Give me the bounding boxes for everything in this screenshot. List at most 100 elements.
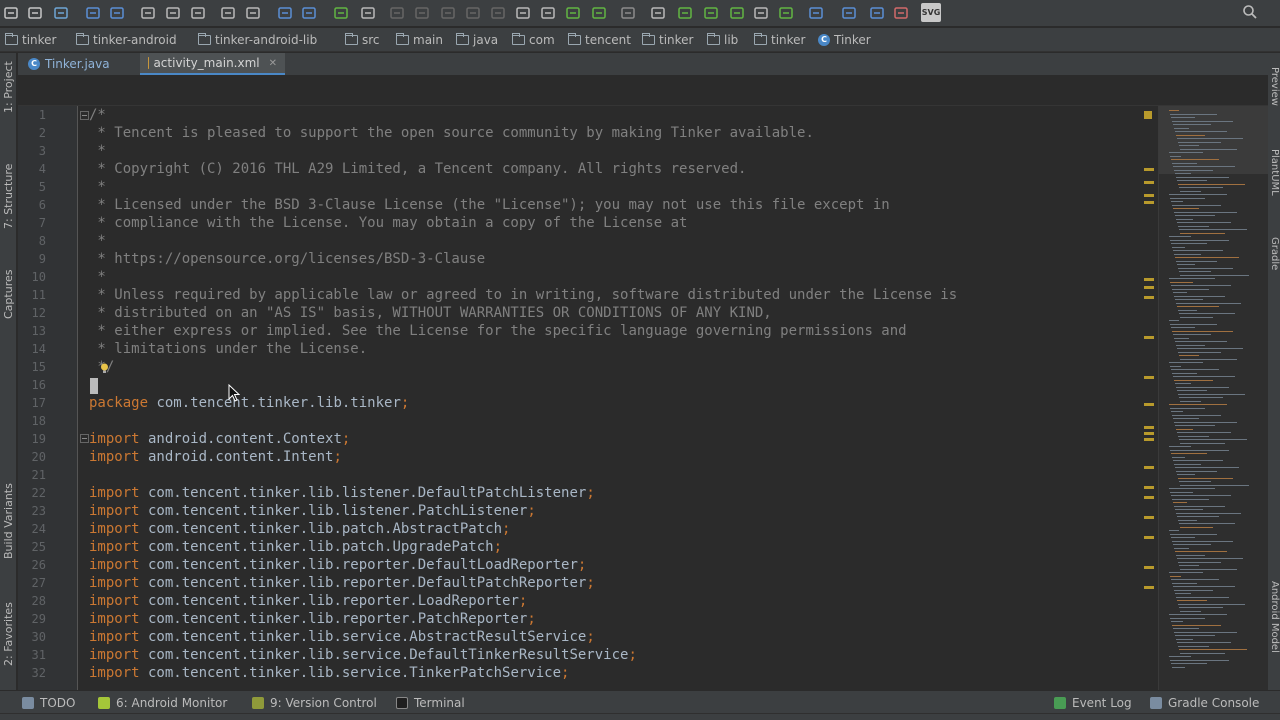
warning-marker[interactable] [1144,516,1154,519]
gradle-sync-icon[interactable] [515,5,531,21]
code-line[interactable]: 10 * [18,268,1138,286]
code-line[interactable]: 28 import com.tencent.tinker.lib.reporter… [18,592,1138,610]
tool-terminal[interactable]: Terminal [396,694,465,712]
undo-icon[interactable] [729,5,745,21]
tab-tinker-java[interactable]: C Tinker.java [20,53,134,75]
help-icon[interactable] [620,5,636,21]
warning-marker[interactable] [1144,426,1154,429]
warning-marker[interactable] [1144,486,1154,489]
redo-icon[interactable] [753,5,769,21]
avd-icon[interactable] [540,5,556,21]
code-line[interactable]: 18 [18,412,1138,430]
code-line[interactable]: 6 * Licensed under the BSD 3-Clause Lice… [18,196,1138,214]
code-line[interactable]: 11 * Unless required by applicable law o… [18,286,1138,304]
tool-preview[interactable]: Preview [1268,67,1280,127]
forward-icon[interactable] [301,5,317,21]
warning-marker[interactable] [1144,168,1154,171]
code-line[interactable]: 7 * compliance with the License. You may… [18,214,1138,232]
code-editor[interactable]: 1/* 2 * Tencent is pleased to support the… [18,76,1268,690]
fold-icon[interactable] [80,434,89,443]
close-icon[interactable]: ✕ [269,58,277,69]
code-line[interactable]: 26 import com.tencent.tinker.lib.reporter… [18,556,1138,574]
tool-favorites[interactable]: 2: Favorites [0,589,17,679]
code-line[interactable]: 1 /* [18,106,1138,124]
warning-marker[interactable] [1144,466,1154,469]
code-line[interactable]: 29 import com.tencent.tinker.lib.reporter… [18,610,1138,628]
sync-icon[interactable] [53,5,69,21]
code-line[interactable]: 8 * [18,232,1138,250]
run-config-icon[interactable] [360,5,376,21]
warning-marker[interactable] [1144,376,1154,379]
code-line[interactable]: 23 import com.tencent.tinker.lib.listener… [18,502,1138,520]
code-line[interactable]: 16 [18,376,1138,394]
sync-icon[interactable] [703,5,719,21]
code-line[interactable]: 25 import com.tencent.tinker.lib.patch.Up… [18,538,1138,556]
breadcrumb-item[interactable]: com [512,32,555,48]
code-line[interactable]: 32 import com.tencent.tinker.lib.service.… [18,664,1138,682]
sdk-icon[interactable] [565,5,581,21]
paste-icon[interactable] [190,5,206,21]
tool-plantuml[interactable]: PlantUML [1268,149,1280,219]
code-line[interactable]: 15 */ [18,358,1138,376]
tool-todo[interactable]: TODO [22,694,75,712]
structure-icon[interactable] [591,5,607,21]
copy-icon[interactable] [165,5,181,21]
replace-icon[interactable] [245,5,261,21]
breadcrumb-item[interactable]: lib [707,32,738,48]
inspection-status-icon[interactable] [1144,111,1152,119]
breadcrumb-item[interactable]: tinker [642,32,693,48]
code-line[interactable]: 17 package com.tencent.tinker.lib.tinker; [18,394,1138,412]
redo-icon[interactable] [109,5,125,21]
paste-icon[interactable] [841,5,857,21]
attach-icon[interactable] [465,5,481,21]
code-line[interactable]: 3 * [18,142,1138,160]
breadcrumb-item[interactable]: tinker [754,32,805,48]
code-line[interactable]: 13 * either express or implied. See the … [18,322,1138,340]
code-line[interactable]: 12 * distributed on an "AS IS" basis, WI… [18,304,1138,322]
warning-marker[interactable] [1144,194,1154,197]
find-icon[interactable] [869,5,885,21]
code-line[interactable]: 14 * limitations under the License. [18,340,1138,358]
warning-marker[interactable] [1144,296,1154,299]
warning-marker[interactable] [1144,181,1154,184]
tool-captures[interactable]: Captures [0,259,17,329]
warning-marker[interactable] [1144,278,1154,281]
profile-icon[interactable] [440,5,456,21]
code-line[interactable]: 30 import com.tencent.tinker.lib.service.… [18,628,1138,646]
undo-icon[interactable] [85,5,101,21]
copy-icon[interactable] [808,5,824,21]
code-area[interactable]: 1/* 2 * Tencent is pleased to support the… [18,106,1138,682]
breadcrumb-item[interactable]: tencent [568,32,631,48]
warning-marker[interactable] [1144,496,1154,499]
code-line[interactable]: 19 import android.content.Context; [18,430,1138,448]
back-icon[interactable] [277,5,293,21]
code-line[interactable]: 27 import com.tencent.tinker.lib.reporter… [18,574,1138,592]
breadcrumb-item[interactable]: tinker-android [76,32,177,48]
stop-icon[interactable] [490,5,506,21]
find-icon[interactable] [220,5,236,21]
tool-android-model[interactable]: Android Model [1268,581,1280,681]
open-icon[interactable] [3,5,19,21]
code-line[interactable]: 21 [18,466,1138,484]
code-line[interactable]: 24 import com.tencent.tinker.lib.patch.Ab… [18,520,1138,538]
save-icon[interactable] [27,5,43,21]
code-line[interactable]: 5 * [18,178,1138,196]
code-line[interactable]: 31 import com.tencent.tinker.lib.service.… [18,646,1138,664]
warning-marker[interactable] [1144,438,1154,441]
tab-activity-main-xml[interactable]: activity_main.xml ✕ [140,53,285,75]
breadcrumb-item[interactable]: tinker [5,32,56,48]
fold-icon[interactable] [80,111,89,120]
search-everywhere-icon[interactable] [1242,4,1258,24]
warning-marker[interactable] [1144,403,1154,406]
open-icon[interactable] [650,5,666,21]
tool-structure[interactable]: 7: Structure [0,151,17,241]
breadcrumb-item[interactable]: java [456,32,498,48]
breadcrumb-item[interactable]: src [345,32,380,48]
code-line[interactable]: 2 * Tencent is pleased to support the op… [18,124,1138,142]
debug-icon[interactable] [414,5,430,21]
build-icon[interactable] [333,5,349,21]
tool-android-monitor[interactable]: 6: Android Monitor [98,694,227,712]
code-minimap[interactable] [1158,106,1268,690]
warning-marker[interactable] [1144,201,1154,204]
run-icon[interactable] [389,5,405,21]
